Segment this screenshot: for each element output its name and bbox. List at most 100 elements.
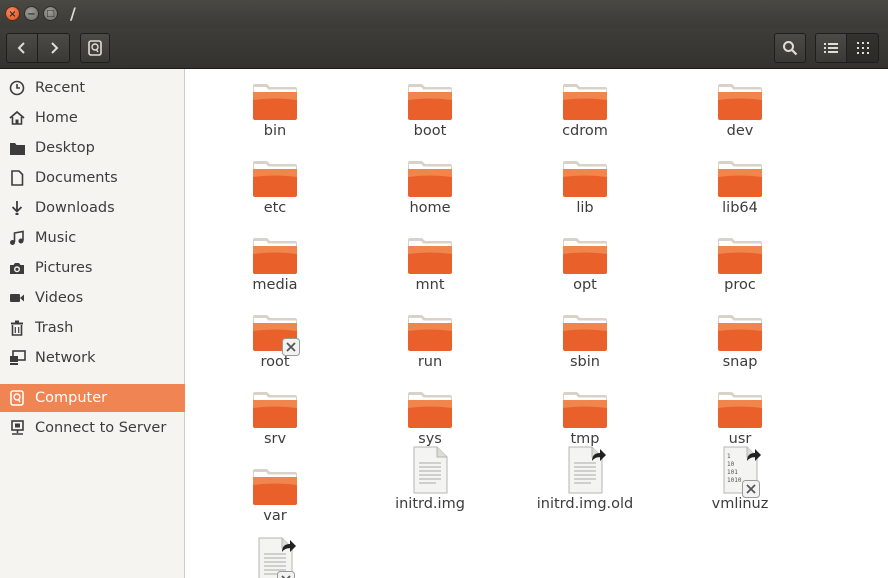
file-name-label: tmp (570, 431, 600, 447)
file-item[interactable]: sbin (525, 314, 645, 370)
grid-view-button[interactable] (847, 33, 879, 63)
file-item[interactable]: usr (680, 391, 800, 447)
folder-icon (252, 314, 300, 356)
file-item[interactable]: lib64 (680, 160, 800, 216)
sidebar-item-downloads[interactable]: Downloads (0, 194, 185, 222)
folder-icon (717, 314, 763, 352)
sidebar-item-network[interactable]: Network (0, 344, 185, 372)
file-item[interactable]: sys (370, 391, 490, 447)
file-item[interactable]: mnt (370, 237, 490, 293)
folder-icon (562, 237, 608, 275)
title-bar: × − □ / (0, 0, 888, 28)
folder-icon (562, 83, 608, 121)
network-icon (9, 350, 26, 365)
camera-icon (10, 263, 24, 274)
file-item[interactable]: media (215, 237, 335, 293)
list-view-button[interactable] (815, 33, 847, 63)
sidebar-item-pictures[interactable]: Pictures (0, 254, 185, 282)
file-item[interactable]: tmp (525, 391, 645, 447)
sidebar-item-documents[interactable]: Documents (0, 164, 185, 192)
file-item[interactable] (215, 537, 335, 578)
sidebar-item-label: Connect to Server (35, 420, 167, 436)
file-name-label: proc (724, 277, 756, 293)
chevron-right-icon (50, 42, 58, 54)
file-item[interactable]: proc (680, 237, 800, 293)
sidebar-item-label: Music (35, 230, 77, 246)
folder-icon (252, 468, 298, 506)
file-name-label: lib (576, 200, 594, 216)
folder-icon (407, 83, 453, 121)
file-name-label: run (417, 354, 443, 370)
file-grid: bin boot cdrom dev etc home lib lib64 media mnt op… (186, 69, 888, 578)
file-item[interactable]: var (215, 468, 335, 524)
folder-icon (717, 83, 763, 121)
file-item[interactable]: bin (215, 83, 335, 139)
file-name-label: usr (728, 431, 752, 447)
file-item[interactable]: snap (680, 314, 800, 370)
file-name-label: sys (418, 431, 442, 447)
folder-icon (252, 160, 298, 198)
file-item[interactable]: lib (525, 160, 645, 216)
sidebar-item-label: Desktop (35, 140, 95, 156)
sidebar-item-recent[interactable]: Recent (0, 74, 185, 102)
places-sidebar: Recent Home Desktop Documents Downloads … (0, 69, 185, 578)
file-name-label: snap (722, 354, 758, 370)
file-name-label: srv (263, 431, 287, 447)
file-item[interactable]: root (215, 314, 335, 370)
file-item[interactable]: boot (370, 83, 490, 139)
sidebar-item-label: Home (35, 110, 78, 126)
location-drive-button[interactable] (80, 33, 110, 63)
file-item[interactable]: cdrom (525, 83, 645, 139)
file-item[interactable]: home (370, 160, 490, 216)
file-name-label: vmlinuz (711, 496, 769, 512)
sidebar-item-home[interactable]: Home (0, 104, 185, 132)
sidebar-item-computer[interactable]: Computer (0, 384, 185, 412)
sidebar-item-desktop[interactable]: Desktop (0, 134, 185, 162)
file-name-label: root (260, 354, 290, 370)
file-item[interactable]: dev (680, 83, 800, 139)
sidebar-item-videos[interactable]: Videos (0, 284, 185, 312)
drive-icon (10, 390, 24, 406)
folder-icon (717, 237, 763, 275)
file-name-label: dev (726, 123, 754, 139)
folder-icon (562, 314, 608, 352)
sidebar-item-label: Downloads (35, 200, 115, 216)
file-name-label: sbin (570, 354, 600, 370)
file-name-label: bin (263, 123, 287, 139)
sidebar-item-connect-to-server[interactable]: Connect to Server (0, 414, 185, 442)
folder-icon (562, 391, 608, 429)
file-item[interactable]: initrd.img (370, 446, 490, 512)
file-item[interactable]: etc (215, 160, 335, 216)
text-file-icon (567, 446, 606, 494)
forward-button[interactable] (38, 33, 70, 63)
file-name-label: var (263, 508, 287, 524)
search-button[interactable] (774, 33, 806, 63)
close-window-button[interactable]: × (5, 6, 20, 21)
file-item[interactable]: initrd.img.old (525, 446, 645, 512)
file-item[interactable]: opt (525, 237, 645, 293)
folder-icon (717, 391, 763, 429)
folder-icon (252, 391, 298, 429)
svg-text:101: 101 (727, 469, 738, 476)
file-item[interactable]: srv (215, 391, 335, 447)
file-item[interactable]: run (370, 314, 490, 370)
folder-icon (407, 391, 453, 429)
file-name-label: initrd.img (395, 496, 465, 512)
back-button[interactable] (6, 33, 38, 63)
file-item[interactable]: 1 10 101 1010 vmlinuz (680, 446, 800, 512)
sidebar-item-label: Documents (35, 170, 118, 186)
text-file-icon (257, 537, 296, 578)
sidebar-item-label: Recent (35, 80, 86, 96)
desktop-folder-icon (9, 142, 25, 155)
download-icon (11, 201, 23, 215)
sidebar-item-music[interactable]: Music (0, 224, 185, 252)
file-name-label: opt (573, 277, 597, 293)
minimize-window-button[interactable]: − (24, 6, 39, 21)
home-icon (9, 110, 25, 125)
text-file-icon (412, 446, 448, 494)
file-name-label: initrd.img.old (536, 496, 634, 512)
maximize-window-button[interactable]: □ (43, 6, 58, 21)
sidebar-item-label: Videos (35, 290, 84, 306)
sidebar-item-trash[interactable]: Trash (0, 314, 185, 342)
folder-icon (562, 160, 608, 198)
